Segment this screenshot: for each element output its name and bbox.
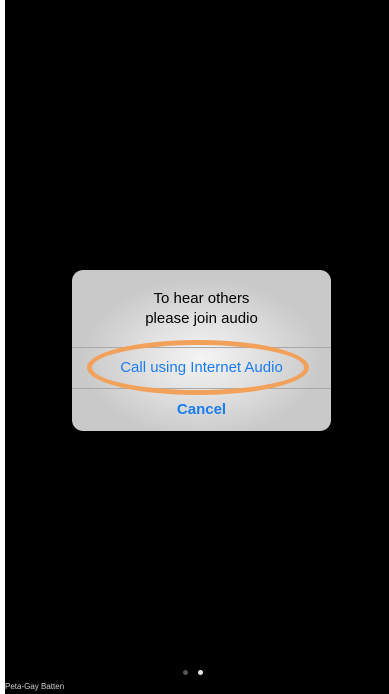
meeting-screen: To hear others please join audio Call us… — [5, 0, 389, 694]
dialog-title-line-1: To hear others — [153, 290, 250, 307]
dialog-title: To hear others please join audio — [72, 289, 331, 329]
cancel-button[interactable]: Cancel — [72, 389, 331, 430]
dialog-title-line-2: please join audio — [145, 310, 258, 327]
page-dot-1[interactable] — [183, 670, 188, 675]
participant-name-label: Peta-Gay Batten — [5, 682, 65, 691]
call-using-internet-audio-button[interactable]: Call using Internet Audio — [72, 348, 331, 388]
join-audio-dialog: To hear others please join audio Call us… — [72, 270, 331, 431]
page-dot-2[interactable] — [198, 670, 203, 675]
page-indicator — [183, 670, 203, 675]
